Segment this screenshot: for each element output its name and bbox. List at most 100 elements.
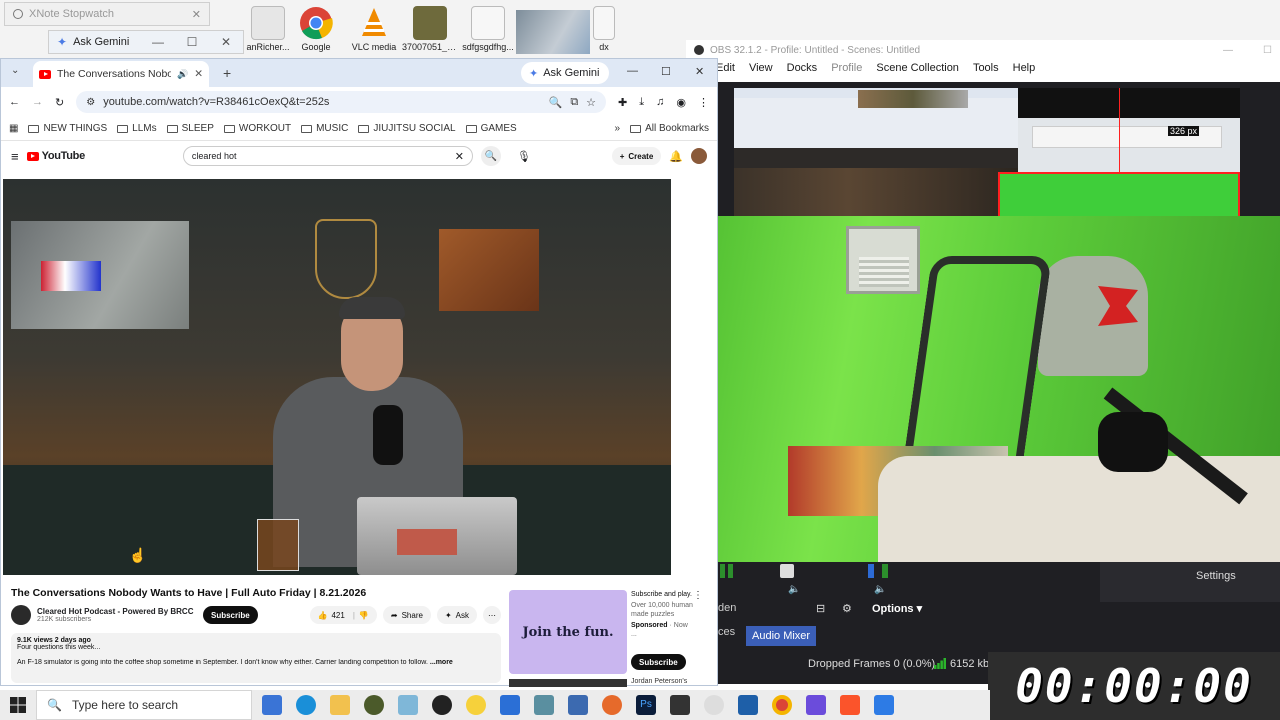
menu-scene-collection[interactable]: Scene Collection xyxy=(876,62,959,80)
create-button[interactable]: + Create xyxy=(611,147,662,165)
lightbulb-icon[interactable] xyxy=(466,695,486,715)
video-player[interactable]: ☝ xyxy=(3,179,671,575)
menu-edit[interactable]: Edit xyxy=(716,62,735,80)
xnote-window[interactable]: XNote Stopwatch ✕ xyxy=(4,2,210,26)
thumbs-down-icon[interactable]: 👎 xyxy=(359,611,369,620)
ad-subscribe-button[interactable]: Subscribe xyxy=(631,654,686,670)
sidebar-ad[interactable]: Join the fun. Subscribe and play. Over 1… xyxy=(509,590,709,680)
close-icon[interactable]: ✕ xyxy=(192,8,201,21)
forward-arrow-icon[interactable]: → xyxy=(32,96,43,108)
windows-start-icon[interactable] xyxy=(10,697,26,713)
maximize-icon[interactable]: ☐ xyxy=(661,65,671,78)
channel-avatar[interactable] xyxy=(11,605,31,625)
new-tab-button[interactable]: + xyxy=(223,65,231,81)
voice-search-mic-icon[interactable]: 🎙 xyxy=(517,150,531,163)
menu-view[interactable]: View xyxy=(749,62,773,80)
bookmark-llms[interactable]: LLMs xyxy=(117,123,157,134)
ad-thumbnail[interactable]: Join the fun. xyxy=(509,590,627,674)
gear-icon[interactable]: ⚙ xyxy=(842,602,852,615)
notifications-bell-icon[interactable]: 🔔 xyxy=(669,150,683,163)
bookmark-star-icon[interactable]: ☆ xyxy=(586,96,596,109)
photoshop-icon[interactable]: Ps xyxy=(636,695,656,715)
dock-tab-hidden[interactable]: den xyxy=(718,602,736,614)
dock-tab-audio-mixer[interactable]: Audio Mixer xyxy=(746,626,817,646)
chrome-taskbar-icon[interactable] xyxy=(772,695,792,715)
file-explorer-icon[interactable] xyxy=(330,695,350,715)
download-icon[interactable]: ⤓ xyxy=(639,96,644,109)
gemini-window[interactable]: ✦ Ask Gemini — ☐ ✕ xyxy=(48,30,244,54)
bookmark-all[interactable]: All Bookmarks xyxy=(630,123,709,134)
minimize-icon[interactable]: — xyxy=(627,65,638,77)
desktop-icon-image[interactable]: 37007051_6... xyxy=(402,4,458,58)
minimize-icon[interactable]: — xyxy=(141,35,175,49)
settings-button[interactable]: Settings xyxy=(1196,570,1236,582)
app-icon-3[interactable] xyxy=(534,695,554,715)
site-info-icon[interactable]: ⚙ xyxy=(86,97,95,108)
menu-tools[interactable]: Tools xyxy=(973,62,999,80)
tab-search-chevron-icon[interactable]: ⌄ xyxy=(11,65,19,76)
install-icon[interactable]: ⧉ xyxy=(570,96,578,109)
obs-preview-canvas[interactable]: 326 px xyxy=(734,88,1240,218)
bookmark-workout[interactable]: WORKOUT xyxy=(223,123,291,134)
app-icon-5[interactable] xyxy=(670,695,690,715)
description-box[interactable]: 9.1K views 2 days ago Four questions thi… xyxy=(11,633,501,683)
like-button[interactable]: 👍 421 | 👎 xyxy=(309,606,377,624)
speaker-icon[interactable]: 🔈 xyxy=(874,584,886,595)
youtube-search-input[interactable]: cleared hot ✕ xyxy=(182,146,473,166)
extensions-icon[interactable]: ✚ xyxy=(618,96,627,109)
bookmark-sleep[interactable]: SLEEP xyxy=(166,123,214,134)
bookmark-music[interactable]: MUSIC xyxy=(301,123,348,134)
profile-icon[interactable]: ◉ xyxy=(676,96,686,109)
minimize-icon[interactable]: — xyxy=(1223,45,1233,56)
bookmark-jiujitsu-social[interactable]: JIUJITSU SOCIAL xyxy=(358,123,456,134)
mixer-fader-handle[interactable] xyxy=(780,564,794,578)
desktop-icon-file3[interactable]: dx xyxy=(576,4,632,58)
ask-button[interactable]: ✦ Ask xyxy=(436,606,477,624)
menu-profile[interactable]: Profile xyxy=(831,62,862,80)
reload-icon[interactable]: ↻ xyxy=(55,96,64,109)
address-bar[interactable]: ⚙ youtube.com/watch?v=R38461cOexQ&t=252s… xyxy=(76,91,607,113)
options-button[interactable]: Options ▾ xyxy=(872,602,922,615)
next-video-channel[interactable]: Jordan Peterson's xyxy=(631,678,687,685)
speaker-icon[interactable]: 🔈 xyxy=(788,584,800,595)
account-avatar[interactable] xyxy=(691,148,707,164)
edge-icon[interactable] xyxy=(296,695,316,715)
zoom-icon[interactable]: 🔍 xyxy=(549,96,563,109)
next-video-thumbnail[interactable] xyxy=(509,679,627,687)
close-tab-icon[interactable]: ✕ xyxy=(194,68,203,80)
tab-youtube[interactable]: The Conversations Nobody 🔊 ✕ xyxy=(33,61,209,87)
desktop-icon-file2[interactable]: sdfgsgdfhg... xyxy=(460,4,516,58)
apps-grid-icon[interactable]: ▦ xyxy=(9,123,18,134)
dock-tab-sources[interactable]: ces xyxy=(718,626,735,638)
desktop-icon-vlc[interactable]: VLC media xyxy=(346,4,402,58)
search-icon[interactable]: 🔍 xyxy=(480,146,501,166)
brave-icon[interactable] xyxy=(840,695,860,715)
taskbar-search-box[interactable]: 🔍 Type here to search xyxy=(36,690,252,720)
app-icon-2[interactable] xyxy=(398,695,418,715)
app-icon-8[interactable] xyxy=(806,695,826,715)
share-button[interactable]: ➦ Share xyxy=(382,606,431,624)
app-icon-1[interactable] xyxy=(364,695,384,715)
app-icon-4[interactable] xyxy=(568,695,588,715)
audio-playing-icon[interactable]: 🔊 xyxy=(177,69,188,80)
task-view-icon[interactable] xyxy=(262,695,282,715)
bookmark-games[interactable]: GAMES xyxy=(465,123,517,134)
ask-gemini-button[interactable]: ✦ Ask Gemini xyxy=(521,62,609,84)
app-icon-7[interactable] xyxy=(738,695,758,715)
clear-search-icon[interactable]: ✕ xyxy=(455,150,464,163)
docs-icon[interactable] xyxy=(500,695,520,715)
preview-selected-source[interactable] xyxy=(998,172,1240,218)
maximize-icon[interactable]: ☐ xyxy=(175,35,209,49)
more-bookmarks-chevron[interactable]: » xyxy=(615,123,621,134)
app-icon-6[interactable] xyxy=(704,695,724,715)
close-icon[interactable]: ✕ xyxy=(695,65,704,78)
menu-kebab-icon[interactable]: ⋮ xyxy=(698,96,709,109)
close-icon[interactable]: ✕ xyxy=(209,35,243,49)
hamburger-menu-icon[interactable]: ≡ xyxy=(11,149,19,164)
filter-icon[interactable]: ⊟ xyxy=(816,602,825,615)
app-icon-9[interactable] xyxy=(874,695,894,715)
obs-taskbar-icon[interactable] xyxy=(432,695,452,715)
back-arrow-icon[interactable]: ← xyxy=(9,96,20,108)
channel-name[interactable]: Cleared Hot Podcast - Powered By BRCC xyxy=(37,607,197,616)
maximize-icon[interactable]: ☐ xyxy=(1263,45,1272,56)
